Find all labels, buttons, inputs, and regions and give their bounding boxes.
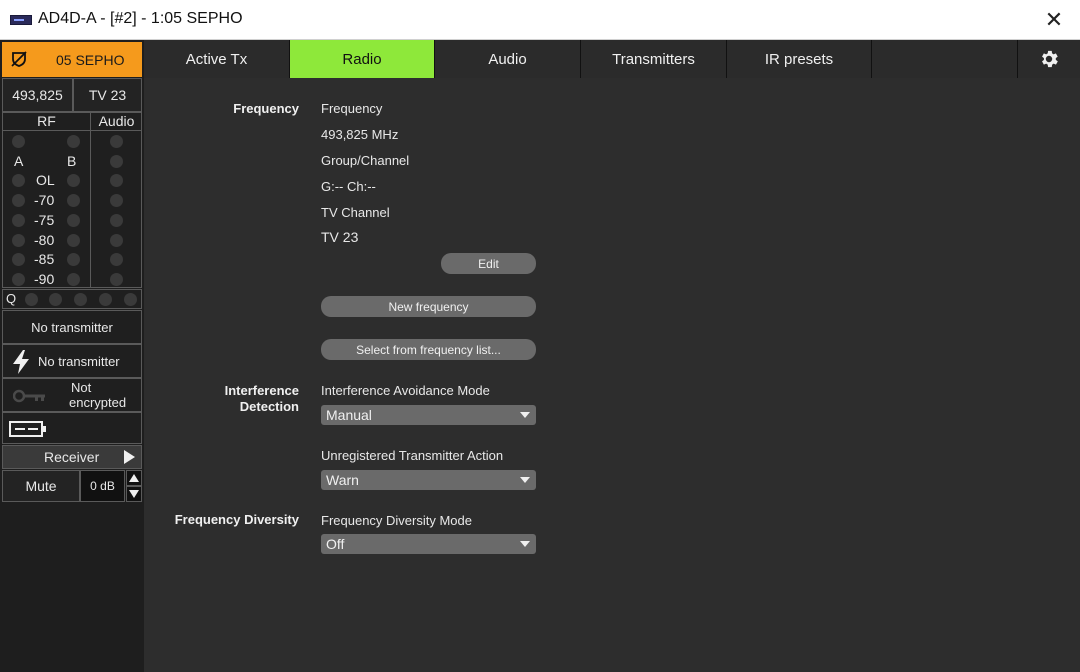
avoidance-mode-select[interactable]: Manual — [321, 405, 536, 425]
diversity-mode-label: Frequency Diversity Mode — [321, 513, 472, 528]
channel-name: 05 SEPHO — [56, 52, 125, 68]
rf-led — [67, 194, 80, 207]
rf-scale-label: -75 — [34, 212, 55, 228]
gain-up-icon[interactable] — [126, 470, 142, 486]
audio-led — [110, 174, 123, 187]
window-title: AD4D-A - [#2] - 1:05 SEPHO — [38, 10, 243, 27]
tv-channel-readout: TV 23 — [73, 78, 142, 112]
audio-meter-label: Audio — [91, 113, 142, 131]
tab-radio[interactable]: Radio — [290, 40, 435, 78]
rf-led — [12, 194, 25, 207]
rf-scale-label: -85 — [34, 251, 55, 267]
edit-button[interactable]: Edit — [441, 253, 536, 274]
audio-led — [110, 253, 123, 266]
rf-scale-label: -80 — [34, 232, 55, 248]
rf-led — [12, 273, 25, 286]
gain-value[interactable]: 0 dB — [80, 470, 125, 502]
encryption-text-line2: encrypted — [69, 395, 127, 410]
quality-label: Q — [6, 291, 17, 306]
rf-led — [67, 253, 80, 266]
chevron-down-icon — [520, 412, 530, 418]
tab-transmitters[interactable]: Transmitters — [581, 40, 727, 78]
chevron-down-icon — [520, 477, 530, 483]
diversity-mode-select[interactable]: Off — [321, 534, 536, 554]
channel-strip: 05 SEPHO 493,825 TV 23 RF Audio A B OL -… — [0, 40, 144, 672]
audio-led — [110, 135, 123, 148]
meters-panel: RF Audio A B OL -70 -75 -80 -85 -90 — [2, 112, 142, 288]
antenna-a-label: A — [14, 153, 24, 169]
frequency-section-label: Frequency — [233, 101, 299, 116]
receiver-device-icon — [10, 15, 32, 25]
rf-led — [12, 253, 25, 266]
battery-indicator — [2, 412, 142, 444]
frequency-readout: 493,825 — [2, 78, 73, 112]
encryption-status: Not encrypted — [2, 378, 142, 412]
mute-shield-icon — [11, 51, 27, 67]
rf-led — [67, 273, 80, 286]
quality-led — [74, 293, 87, 306]
chevron-down-icon — [520, 541, 530, 547]
gain-down-icon[interactable] — [126, 486, 142, 502]
rf-led — [12, 214, 25, 227]
new-frequency-button[interactable]: New frequency — [321, 296, 536, 317]
rf-led — [67, 135, 80, 148]
receiver-toggle[interactable]: Receiver — [2, 445, 142, 469]
diversity-section-label: Frequency Diversity — [174, 512, 299, 527]
unregistered-action-label: Unregistered Transmitter Action — [321, 448, 504, 463]
tv-channel-label: TV Channel — [321, 205, 390, 220]
antenna-b-label: B — [67, 153, 77, 169]
rf-scale-label: -90 — [34, 271, 55, 287]
select-frequency-list-button[interactable]: Select from frequency list... — [321, 339, 536, 360]
frequency-value: 493,825 MHz — [321, 127, 399, 142]
tx-power-text: No transmitter — [38, 354, 120, 369]
rf-meter-label: RF — [3, 113, 91, 131]
tv-channel-value: TV 23 — [321, 229, 359, 245]
tab-ir-presets[interactable]: IR presets — [727, 40, 872, 78]
quality-led — [99, 293, 112, 306]
audio-led — [110, 234, 123, 247]
rf-led — [67, 214, 80, 227]
mute-button[interactable]: Mute — [2, 470, 80, 502]
rf-led — [12, 174, 25, 187]
channel-header[interactable]: 05 SEPHO — [2, 42, 142, 77]
quality-led — [25, 293, 38, 306]
tx-power-status: No transmitter — [2, 344, 142, 378]
rf-led — [67, 234, 80, 247]
group-channel-value: G:-- Ch:-- — [321, 179, 376, 194]
encryption-text-line1: Not — [71, 380, 92, 395]
tab-active-tx[interactable]: Active Tx — [144, 40, 290, 78]
settings-button[interactable] — [1017, 40, 1080, 78]
frequency-label: Frequency — [321, 101, 383, 116]
tab-bar: Active Tx Radio Audio Transmitters IR pr… — [144, 40, 1080, 78]
key-icon — [13, 389, 45, 403]
group-channel-label: Group/Channel — [321, 153, 410, 168]
quality-led — [124, 293, 137, 306]
close-icon[interactable]: ✕ — [1038, 4, 1070, 36]
rf-led — [67, 174, 80, 187]
transmitter-status: No transmitter — [2, 310, 142, 344]
rf-led — [12, 135, 25, 148]
quality-meter: Q — [2, 289, 142, 309]
avoidance-mode-label: Interference Avoidance Mode — [321, 383, 490, 398]
audio-led — [110, 214, 123, 227]
audio-led — [110, 273, 123, 286]
rf-led — [12, 234, 25, 247]
interference-section-label: Interference Detection — [224, 383, 299, 414]
play-arrow-icon — [124, 450, 135, 464]
tab-audio[interactable]: Audio — [435, 40, 581, 78]
audio-led — [110, 194, 123, 207]
quality-led — [49, 293, 62, 306]
gear-icon — [1042, 50, 1058, 68]
receiver-label: Receiver — [44, 449, 100, 465]
battery-icon — [9, 421, 46, 437]
title-bar: AD4D-A - [#2] - 1:05 SEPHO ✕ — [0, 0, 1080, 40]
audio-led — [110, 155, 123, 168]
unregistered-action-select[interactable]: Warn — [321, 470, 536, 490]
mute-gain-row: Mute 0 dB — [2, 470, 142, 502]
radio-settings-panel: Frequency Frequency 493,825 MHz Group/Ch… — [144, 78, 1080, 672]
rf-scale-label: OL — [36, 172, 55, 188]
lightning-bolt-icon — [13, 350, 29, 374]
rf-scale-label: -70 — [34, 192, 55, 208]
